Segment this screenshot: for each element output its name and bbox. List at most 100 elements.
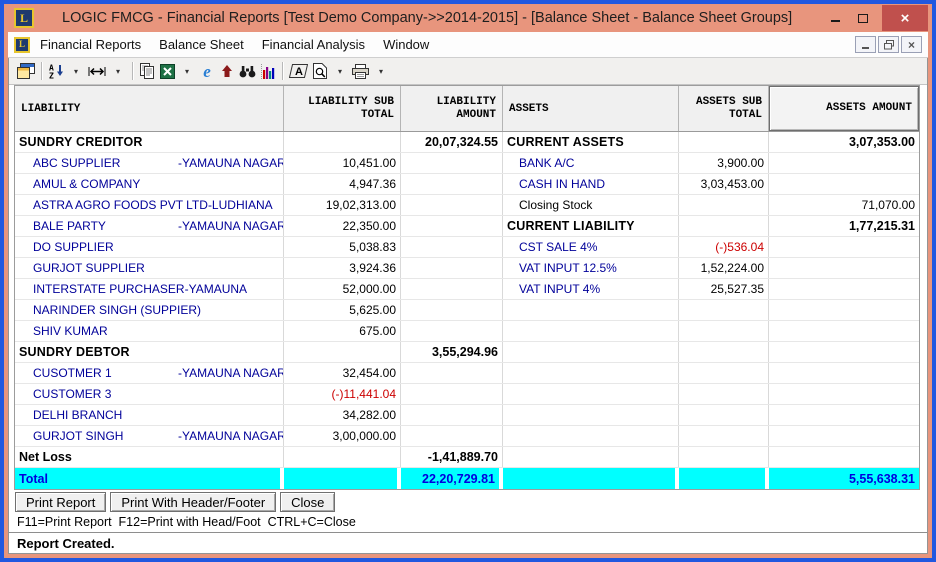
copy-button[interactable] xyxy=(137,60,157,82)
liability-subtotal-cell: 34,282.00 xyxy=(284,405,401,425)
assets-amount-cell xyxy=(769,363,919,383)
menu-financial-analysis[interactable]: Financial Analysis xyxy=(262,37,365,52)
liability-amount-cell xyxy=(401,363,503,383)
column-width-dropdown[interactable]: ▾ xyxy=(108,60,128,82)
export-dropdown[interactable]: ▾ xyxy=(177,60,197,82)
close-button[interactable]: × xyxy=(882,5,928,31)
print-with-header-footer-button[interactable]: Print With Header/Footer xyxy=(110,492,277,512)
mdi-close-button[interactable]: × xyxy=(901,36,922,53)
menu-balance-sheet[interactable]: Balance Sheet xyxy=(159,37,244,52)
table-row[interactable]: AMUL & COMPANY 4,947.36 CASH IN HAND 3,0… xyxy=(15,174,919,195)
assets-amount-cell xyxy=(769,174,919,194)
table-row[interactable]: CUSOTMER 1 -YAMAUNA NAGAR 32,454.00 xyxy=(15,363,919,384)
assets-amount-cell xyxy=(769,384,919,404)
liability-amount-cell: -1,41,889.70 xyxy=(401,447,503,467)
liability-name-cell: SHIV KUMAR xyxy=(15,321,284,341)
maximize-button[interactable] xyxy=(849,6,876,30)
toolbar-separator xyxy=(132,62,133,80)
export-excel-button[interactable] xyxy=(157,60,177,82)
sort-dropdown[interactable]: ▾ xyxy=(66,60,86,82)
assets-subtotal-cell xyxy=(679,342,769,362)
table-row[interactable]: BALE PARTY -YAMAUNA NAGAR 22,350.00 CURRE… xyxy=(15,216,919,237)
assets-amount-cell xyxy=(769,405,919,425)
liability-name-cell: NARINDER SINGH (SUPPIER) xyxy=(15,300,284,320)
menu-financial-reports[interactable]: Financial Reports xyxy=(40,37,141,52)
table-row[interactable]: NARINDER SINGH (SUPPIER) 5,625.00 xyxy=(15,300,919,321)
assets-name-cell: CURRENT ASSETS xyxy=(503,132,679,152)
browser-button[interactable]: e xyxy=(197,60,217,82)
table-row[interactable]: CUSTOMER 3 (-)11,441.04 xyxy=(15,384,919,405)
liability-name-cell: Net Loss xyxy=(15,447,284,467)
assets-name-cell: Closing Stock xyxy=(503,195,679,215)
table-row[interactable]: GURJOT SINGH -YAMAUNA NAGAR 3,00,000.00 xyxy=(15,426,919,447)
menu-window[interactable]: Window xyxy=(383,37,429,52)
liability-name-cell: CUSOTMER 1 -YAMAUNA NAGAR xyxy=(15,363,284,383)
total-assets-subtotal-cell xyxy=(679,468,769,489)
print-preview-button[interactable] xyxy=(310,60,330,82)
assets-subtotal-cell xyxy=(679,405,769,425)
table-body: SUNDRY CREDITOR 20,07,324.55 CURRENT ASS… xyxy=(15,132,919,468)
svg-text:Z: Z xyxy=(49,72,54,80)
assets-amount-cell xyxy=(769,321,919,341)
app-window: L LOGIC FMCG - Financial Reports [Test D… xyxy=(4,4,932,558)
table-row[interactable]: ASTRA AGRO FOODS PVT LTD -LUDHIANA 19,02,… xyxy=(15,195,919,216)
liability-name-cell: DO SUPPLIER xyxy=(15,237,284,257)
table-row[interactable]: Net Loss -1,41,889.70 xyxy=(15,447,919,468)
total-row[interactable]: Total 22,20,729.81 5,55,638.31 xyxy=(15,468,919,489)
header-liability-sub-total[interactable]: LIABILITY SUB TOTAL xyxy=(284,86,401,131)
header-assets-amount[interactable]: ASSETS AMOUNT xyxy=(769,86,919,131)
table-row[interactable]: DO SUPPLIER 5,038.83 CST SALE 4% (-)536.… xyxy=(15,237,919,258)
header-liability-amount[interactable]: LIABILITY AMOUNT xyxy=(401,86,503,131)
liability-subtotal-cell: 52,000.00 xyxy=(284,279,401,299)
print-button[interactable] xyxy=(350,60,371,82)
column-width-button[interactable] xyxy=(86,60,108,82)
copy-icon xyxy=(139,63,154,79)
minimize-icon xyxy=(831,20,840,22)
liability-amount-cell xyxy=(401,153,503,173)
assets-name-cell: BANK A/C xyxy=(503,153,679,173)
font-button[interactable]: A xyxy=(287,60,310,82)
sort-button[interactable]: AZ xyxy=(46,60,66,82)
table-row[interactable]: SUNDRY DEBTOR 3,55,294.96 xyxy=(15,342,919,363)
move-up-button[interactable] xyxy=(217,60,237,82)
mdi-restore-button[interactable] xyxy=(878,36,899,53)
liability-amount-cell: 3,55,294.96 xyxy=(401,342,503,362)
assets-name-cell: VAT INPUT 12.5% xyxy=(503,258,679,278)
close-report-button[interactable]: Close xyxy=(280,492,336,512)
maximize-icon xyxy=(857,13,868,23)
liability-name-cell: GURJOT SINGH -YAMAUNA NAGAR xyxy=(15,426,284,446)
table-row[interactable]: DELHI BRANCH 34,282.00 xyxy=(15,405,919,426)
liability-amount-cell xyxy=(401,321,503,341)
report-window-button[interactable] xyxy=(15,60,37,82)
total-liability-amount-cell: 22,20,729.81 xyxy=(401,468,503,489)
assets-name-cell: CURRENT LIABILITY xyxy=(503,216,679,236)
report-window-icon xyxy=(17,63,35,79)
header-assets[interactable]: ASSETS xyxy=(503,86,679,131)
mdi-close-icon: × xyxy=(907,37,915,52)
mdi-minimize-button[interactable] xyxy=(855,36,876,53)
liability-subtotal-cell: (-)11,441.04 xyxy=(284,384,401,404)
print-dropdown[interactable]: ▾ xyxy=(371,60,391,82)
liability-subtotal-cell: 5,625.00 xyxy=(284,300,401,320)
assets-subtotal-cell: 25,527.35 xyxy=(679,279,769,299)
chart-button[interactable] xyxy=(258,60,278,82)
find-button[interactable] xyxy=(237,60,258,82)
print-preview-dropdown[interactable]: ▾ xyxy=(330,60,350,82)
title-bar: L LOGIC FMCG - Financial Reports [Test D… xyxy=(8,4,928,32)
button-bar: Print Report Print With Header/Footer Cl… xyxy=(9,490,927,513)
table-row[interactable]: INTERSTATE PURCHASER -YAMAUNA 52,000.00 V… xyxy=(15,279,919,300)
binoculars-icon xyxy=(239,65,256,77)
table-row[interactable]: SUNDRY CREDITOR 20,07,324.55 CURRENT ASS… xyxy=(15,132,919,153)
header-liability[interactable]: LIABILITY xyxy=(15,86,284,131)
assets-name-cell xyxy=(503,405,679,425)
liability-name-cell: BALE PARTY -YAMAUNA NAGAR xyxy=(15,216,284,236)
minimize-button[interactable] xyxy=(822,6,849,30)
header-assets-sub-total[interactable]: ASSETS SUB TOTAL xyxy=(679,86,769,131)
table-header-row: LIABILITY LIABILITY SUB TOTAL LIABILITY … xyxy=(15,86,919,132)
table-row[interactable]: ABC SUPPLIER -YAMAUNA NAGAR 10,451.00 BAN… xyxy=(15,153,919,174)
liability-subtotal-cell: 3,924.36 xyxy=(284,258,401,278)
print-report-button[interactable]: Print Report xyxy=(15,492,107,512)
table-row[interactable]: GURJOT SUPPLIER 3,924.36 VAT INPUT 12.5%… xyxy=(15,258,919,279)
excel-icon xyxy=(159,63,175,79)
table-row[interactable]: SHIV KUMAR 675.00 xyxy=(15,321,919,342)
